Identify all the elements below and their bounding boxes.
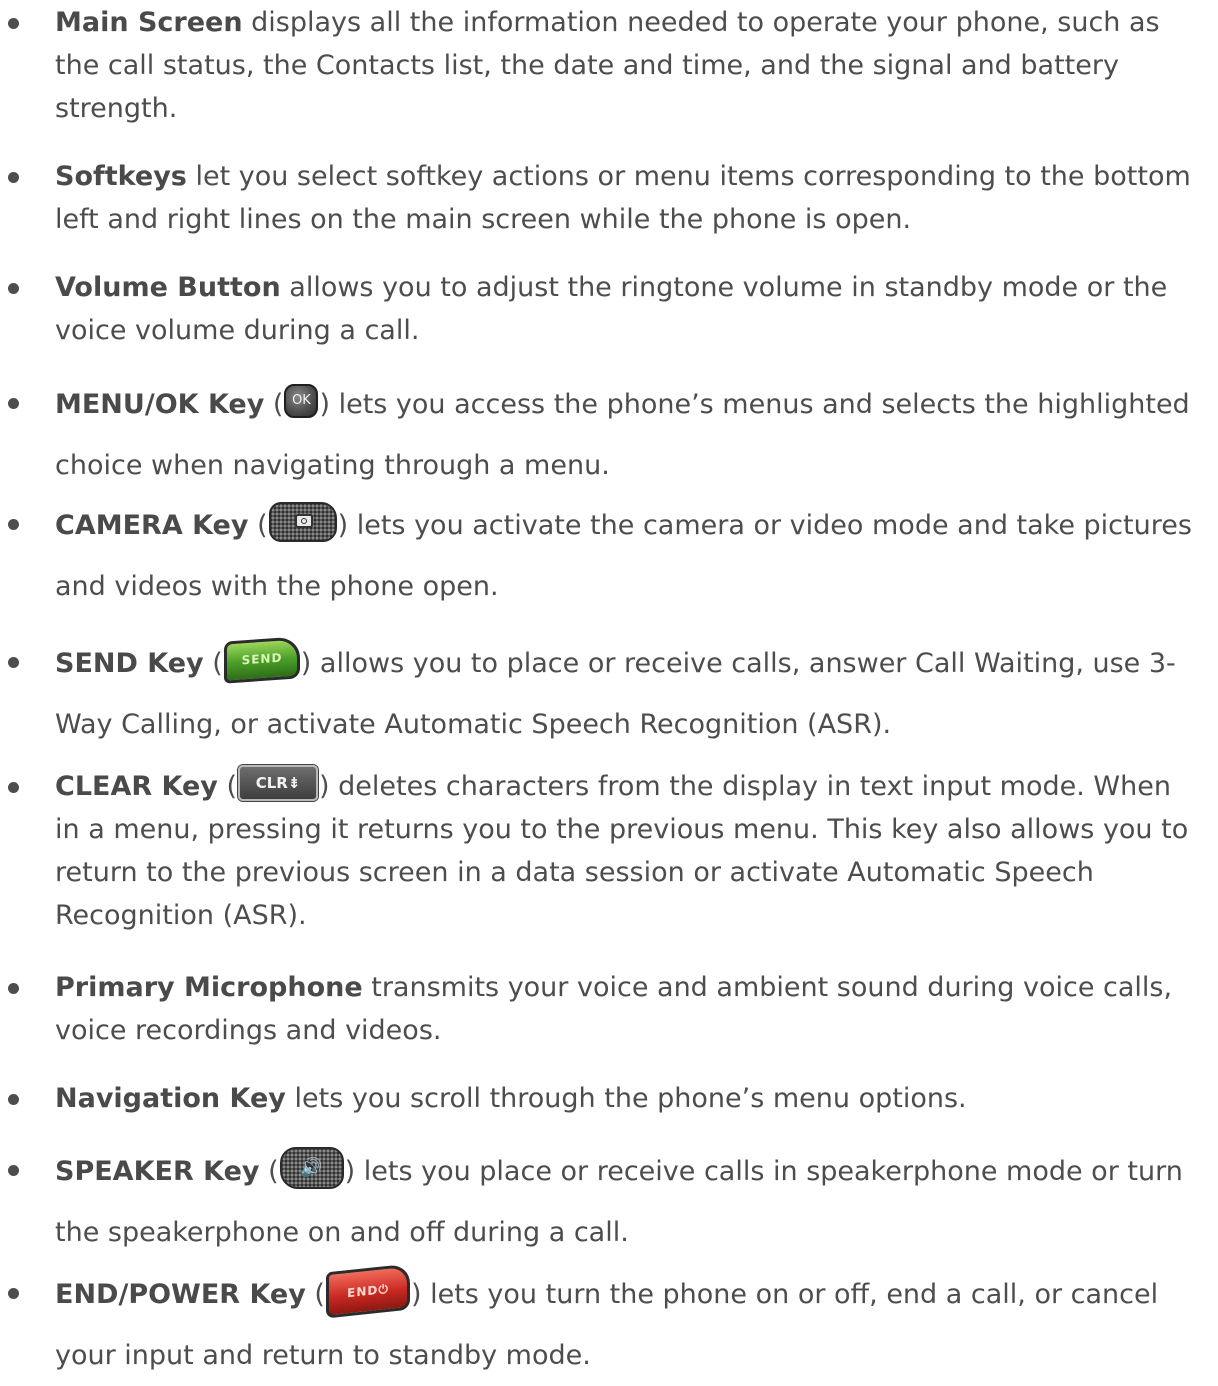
clear-key-icon: CLR⇟ xyxy=(238,764,319,801)
bullet xyxy=(8,1094,19,1105)
term: Navigation Key xyxy=(55,1083,286,1114)
description: let you select softkey actions or menu i… xyxy=(55,161,1191,235)
bullet xyxy=(8,983,19,994)
term: Volume Button xyxy=(55,272,281,303)
paren-open: ( xyxy=(305,1279,325,1310)
speaker-key-icon: 🔊 xyxy=(279,1146,344,1189)
list-item-send-key: SEND Key (SEND) allows you to place or r… xyxy=(0,633,1210,755)
term: Main Screen xyxy=(55,7,243,38)
bullet xyxy=(8,519,19,530)
bullet xyxy=(8,782,19,793)
list-item-camera-key: CAMERA Key () lets you activate the came… xyxy=(0,495,1210,617)
description: lets you scroll through the phone’s menu… xyxy=(285,1083,967,1114)
ok-key-icon: OK xyxy=(284,383,319,418)
bullet xyxy=(8,172,19,183)
bullet xyxy=(8,1288,19,1299)
paren-open: ( xyxy=(264,389,284,420)
list-item-navigation-key: Navigation Key lets you scroll through t… xyxy=(0,1077,1210,1120)
term: CLEAR Key xyxy=(55,771,218,802)
camera-key-icon xyxy=(268,501,337,542)
term: Primary Microphone xyxy=(55,972,363,1003)
bullet xyxy=(8,283,19,294)
list-item-speaker-key: SPEAKER Key (🔊) lets you place or receiv… xyxy=(0,1141,1210,1263)
bullet xyxy=(8,1165,19,1176)
bullet xyxy=(8,18,19,29)
list-item-clear-key: CLEAR Key (CLR⇟) deletes characters from… xyxy=(0,764,1210,937)
list-item-end-power-key: END/POWER Key (END⏻) lets you turn the p… xyxy=(0,1263,1210,1386)
paren-open: ( xyxy=(248,510,268,541)
list-item-volume-button: Volume Button allows you to adjust the r… xyxy=(0,266,1210,352)
paren-open: ( xyxy=(203,648,223,679)
term: CAMERA Key xyxy=(55,510,249,541)
list-item-main-screen: Main Screen displays all the information… xyxy=(0,1,1210,130)
list-item-primary-microphone: Primary Microphone transmits your voice … xyxy=(0,966,1210,1052)
list-item-menu-ok-key: MENU/OK Key (OK) lets you access the pho… xyxy=(0,374,1210,496)
list-item-softkeys: Softkeys let you select softkey actions … xyxy=(0,155,1210,241)
bullet xyxy=(8,398,19,409)
paren-open: ( xyxy=(259,1156,279,1187)
camera-icon xyxy=(294,513,313,528)
term: END/POWER Key xyxy=(55,1279,306,1310)
term: SEND Key xyxy=(55,648,204,679)
bullet xyxy=(8,657,19,668)
term: MENU/OK Key xyxy=(55,389,265,420)
send-key-icon: SEND xyxy=(223,635,300,684)
paren-open: ( xyxy=(217,771,238,802)
term: Softkeys xyxy=(55,161,187,192)
end-power-key-icon: END⏻ xyxy=(325,1263,410,1318)
term: SPEAKER Key xyxy=(55,1156,260,1187)
